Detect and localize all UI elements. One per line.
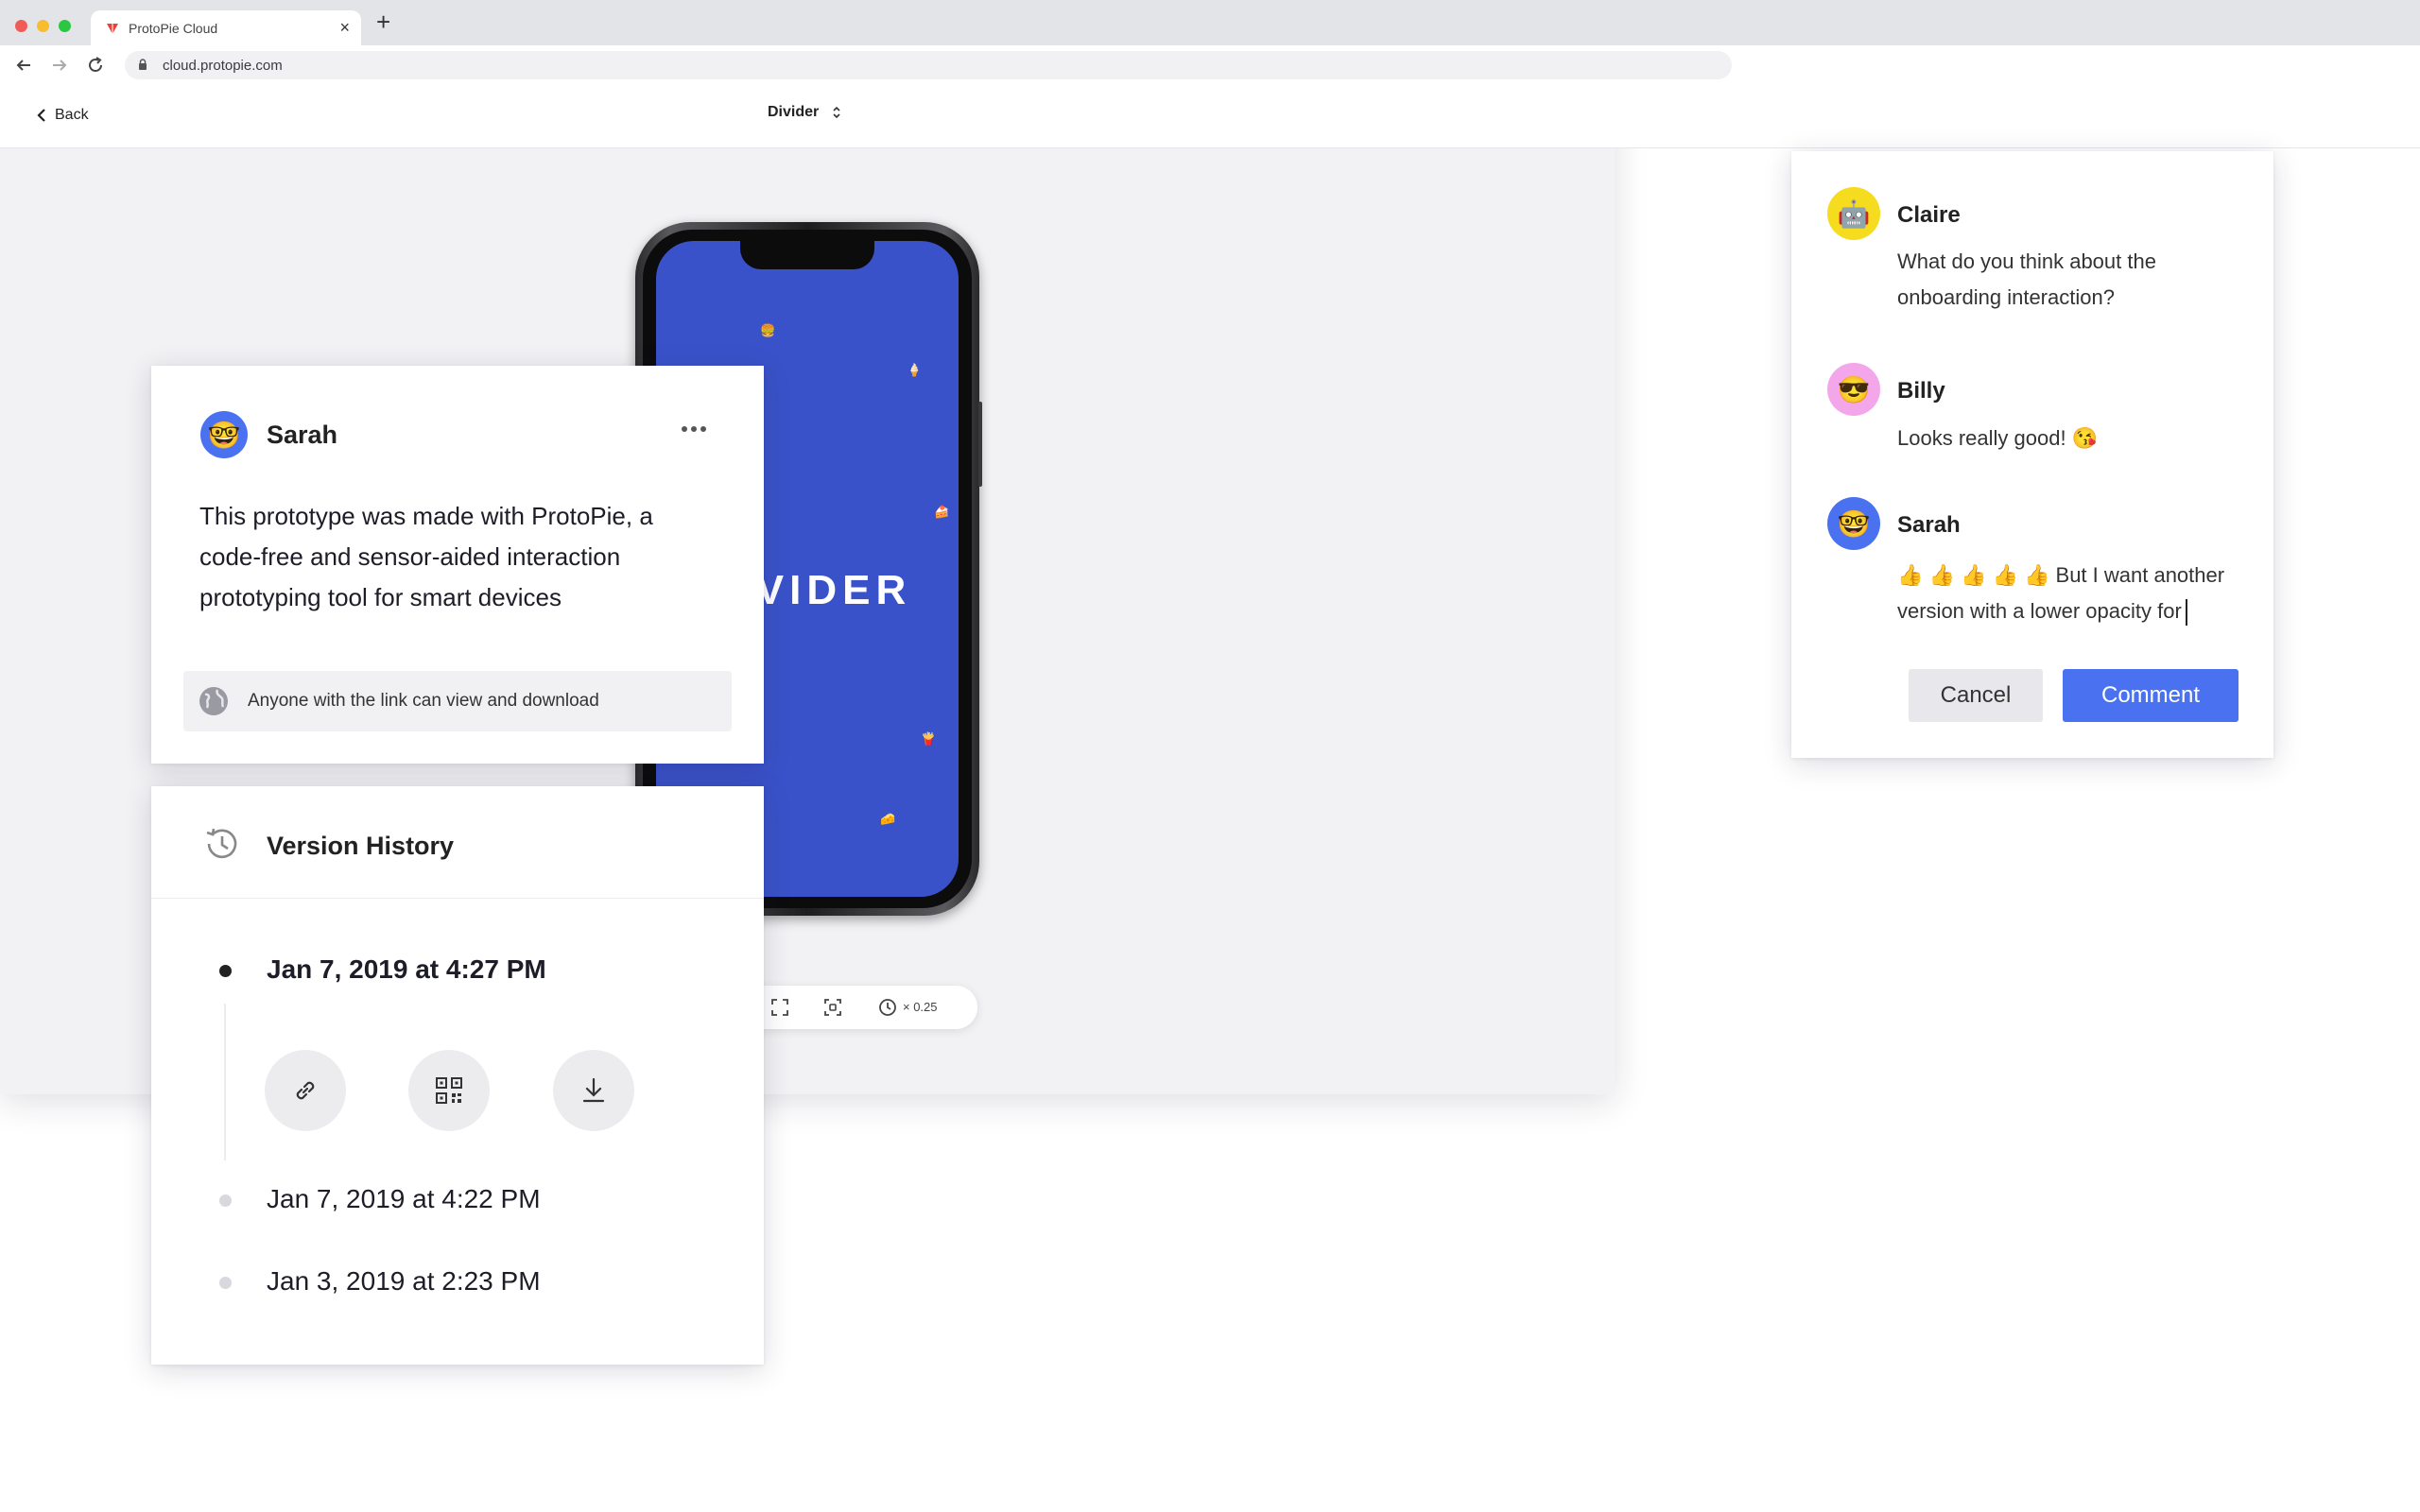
download-icon — [582, 1077, 605, 1103]
back-label: Back — [55, 107, 89, 123]
maximize-window-button[interactable] — [59, 20, 71, 32]
download-button[interactable] — [553, 1050, 634, 1131]
food-emoji: 🍟 — [921, 731, 937, 746]
reload-icon[interactable] — [85, 55, 106, 76]
tab-close-icon[interactable]: × — [339, 18, 350, 38]
current-version-dot — [219, 965, 232, 977]
version-date[interactable]: Jan 7, 2019 at 4:22 PM — [267, 1184, 541, 1214]
phone-side-button — [978, 402, 982, 487]
food-emoji: 🍔 — [760, 323, 776, 337]
copy-link-button[interactable] — [265, 1050, 346, 1131]
version-history-card: Version History Jan 7, 2019 at 4:27 PM J… — [151, 786, 764, 1365]
minimize-window-button[interactable] — [37, 20, 49, 32]
comment-text: What do you think about the onboarding i… — [1897, 249, 2156, 309]
globe-icon — [199, 687, 228, 715]
qr-code-icon — [436, 1077, 462, 1104]
comment-button[interactable]: Comment — [2063, 669, 2238, 722]
food-emoji: 🍦 — [907, 363, 923, 377]
comment-author: Sarah — [1897, 512, 1961, 538]
back-button[interactable]: Back — [36, 104, 89, 127]
avatar: 🤓 — [1827, 497, 1880, 550]
comment-author: Billy — [1897, 378, 1945, 404]
browser-navbar: cloud.protopie.com — [0, 45, 2420, 86]
avatar: 🤖 — [1827, 187, 1880, 240]
comment-draft-text: 👍 👍 👍 👍 👍 But I want another version wit… — [1897, 563, 2225, 623]
new-tab-button[interactable]: + — [376, 9, 390, 34]
author-name: Sarah — [267, 421, 338, 449]
comment-input[interactable]: 👍 👍 👍 👍 👍 But I want another version wit… — [1897, 558, 2247, 629]
sort-arrows-icon — [833, 106, 840, 119]
tab-strip: ProtoPie Cloud × + — [0, 0, 2420, 45]
version-date[interactable]: Jan 3, 2019 at 2:23 PM — [267, 1266, 541, 1297]
tab-title: ProtoPie Cloud — [129, 21, 218, 36]
back-arrow-icon[interactable] — [13, 55, 34, 76]
version-dot — [219, 1277, 232, 1289]
address-bar[interactable]: cloud.protopie.com — [125, 51, 1732, 79]
food-emoji: 🧀 — [880, 812, 896, 826]
share-setting[interactable]: Anyone with the link can view and downlo… — [183, 671, 732, 731]
comment-author: Claire — [1897, 202, 1961, 228]
version-history-title: Version History — [267, 832, 455, 860]
clock-icon[interactable] — [877, 997, 898, 1018]
forward-arrow-icon[interactable] — [49, 55, 70, 76]
project-name: Divider — [768, 104, 820, 120]
more-options-icon[interactable] — [675, 415, 713, 443]
history-icon — [206, 828, 237, 859]
text-caret — [2185, 599, 2187, 627]
playback-speed[interactable]: × 0.25 — [903, 1000, 938, 1014]
version-date[interactable]: Jan 7, 2019 at 4:27 PM — [267, 954, 546, 985]
version-history-header: Version History — [151, 786, 764, 899]
app-header: Back Divider — [0, 85, 2420, 148]
project-selector[interactable]: Divider — [768, 104, 841, 121]
chevron-left-icon — [37, 109, 45, 122]
fit-screen-icon[interactable] — [822, 997, 843, 1018]
timeline-line — [224, 1004, 226, 1160]
description-card: 🤓 Sarah This prototype was made with Pro… — [151, 366, 764, 764]
fullscreen-icon[interactable] — [769, 997, 790, 1018]
url-text: cloud.protopie.com — [163, 58, 283, 74]
food-emoji: 🍰 — [934, 505, 950, 519]
version-dot — [219, 1194, 232, 1207]
browser-tab[interactable]: ProtoPie Cloud × — [91, 10, 361, 45]
avatar: 😎 — [1827, 363, 1880, 416]
protopie-logo-icon — [107, 24, 118, 34]
link-icon — [296, 1081, 315, 1100]
avatar: 🤓 — [200, 411, 248, 458]
lock-icon — [139, 59, 147, 70]
comment-text: Looks really good! 😘 — [1897, 426, 2099, 450]
phone-notch — [740, 241, 874, 269]
comments-panel: 🤖 Claire What do you think about the onb… — [1791, 151, 2273, 758]
qr-code-button[interactable] — [408, 1050, 490, 1131]
cancel-button[interactable]: Cancel — [1909, 669, 2043, 722]
close-window-button[interactable] — [15, 20, 27, 32]
share-text: Anyone with the link can view and downlo… — [248, 691, 599, 711]
description-text: This prototype was made with ProtoPie, a… — [199, 502, 653, 611]
